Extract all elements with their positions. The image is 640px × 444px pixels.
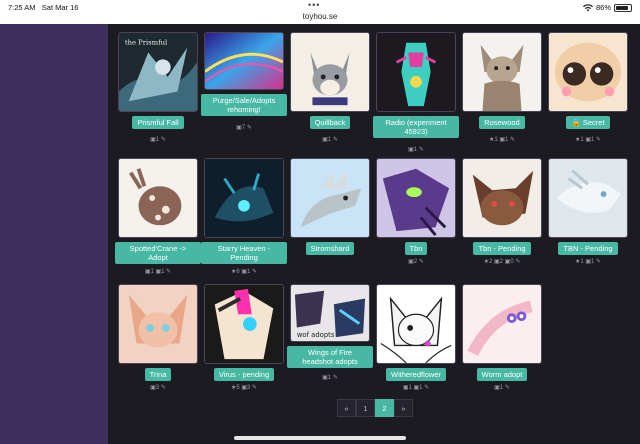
character-thumbnail[interactable] <box>462 32 542 112</box>
character-stats: ▣1 ▣1 ✎ <box>402 385 430 391</box>
sidebar <box>0 24 108 444</box>
battery-icon <box>614 3 632 12</box>
character-name-button[interactable]: Radio (experiment 45923) <box>373 116 459 138</box>
character-name-button[interactable]: Tbn - Pending <box>473 242 531 255</box>
status-time: 7:25 AM Sat Mar 16 <box>8 3 79 12</box>
character-stats: ▣1 ✎ <box>150 137 166 143</box>
character-name-button[interactable]: Wings of Fire headshot adopts <box>287 346 373 368</box>
character-name-button[interactable]: TBN - Pending <box>558 242 618 255</box>
character-stats: ▣7 ✎ <box>236 125 252 131</box>
character-name-button[interactable]: Quillback <box>309 116 351 129</box>
address-bar-url[interactable]: toyhou.se <box>0 12 640 21</box>
status-indicators: 86% <box>582 3 632 12</box>
character-stats: ▣1 ✎ <box>322 137 338 143</box>
character-thumbnail[interactable] <box>462 158 542 238</box>
character-name-button[interactable]: 🔒 Secret <box>566 116 610 129</box>
character-stats: ★1 ▣1 ✎ <box>574 137 602 143</box>
character-name-button[interactable]: Tbn <box>404 242 428 255</box>
character-stats: ★1 ▣1 ✎ <box>574 259 602 265</box>
character-thumbnail[interactable] <box>118 158 198 238</box>
character-stats: ▣1 ✎ <box>322 375 338 381</box>
character-stats: ▣1 ✎ <box>494 385 510 391</box>
pagination-next-button[interactable]: » <box>394 399 413 417</box>
character-thumbnail[interactable] <box>548 158 628 238</box>
thumb-handwriting: wof adopts <box>297 331 335 339</box>
character-thumbnail[interactable] <box>548 32 628 112</box>
character-thumbnail[interactable] <box>376 32 456 112</box>
character-gallery: the Prismful Prismful Fall ▣1 ✎ Purge/Sa… <box>108 24 640 444</box>
character-thumbnail[interactable] <box>376 158 456 238</box>
pagination-prev-button[interactable]: « <box>337 399 356 417</box>
wifi-icon <box>582 3 593 11</box>
character-name-button[interactable]: Rosewood <box>479 116 525 129</box>
multitask-dots-icon[interactable]: ••• <box>308 0 320 10</box>
character-stats: ★6 ▣1 ✎ <box>230 269 258 275</box>
character-name-button[interactable]: Trina <box>144 368 172 381</box>
lock-icon: 🔒 <box>571 118 581 127</box>
character-thumbnail[interactable] <box>290 32 370 112</box>
status-bar: 7:25 AM Sat Mar 16 ••• toyhou.se 86% <box>0 0 640 24</box>
pagination: « 1 2 » <box>337 399 413 417</box>
character-stats: ▣2 ✎ <box>408 259 424 265</box>
character-name-button[interactable]: Spotted'Crane -> Adopt <box>115 242 201 264</box>
character-thumbnail[interactable] <box>462 284 542 364</box>
character-stats: ★2 ▣2 ▣0 ✎ <box>483 259 521 265</box>
character-thumbnail[interactable] <box>290 158 370 238</box>
character-name-button[interactable]: Starry Heaven - Pending <box>201 242 287 264</box>
character-thumbnail[interactable]: the Prismful <box>118 32 198 112</box>
character-name-button[interactable]: Witheredflower <box>385 368 447 381</box>
pagination-page-2-active[interactable]: 2 <box>375 399 394 417</box>
character-thumbnail[interactable]: wof adopts <box>290 284 370 342</box>
character-name-button[interactable]: Stromshard <box>305 242 355 255</box>
character-name-button[interactable]: Purge/Sale/Adopts rehoming! <box>201 94 287 116</box>
character-stats: ▣1 ✎ <box>408 147 424 153</box>
character-thumbnail[interactable] <box>118 284 198 364</box>
character-thumbnail[interactable] <box>204 158 284 238</box>
character-stats: ▣3 ✎ <box>150 385 166 391</box>
pagination-page-1[interactable]: 1 <box>356 399 375 417</box>
battery-percent: 86% <box>595 3 611 12</box>
character-name-button[interactable]: Virus - pending <box>213 368 275 381</box>
character-stats: ▣1 ▣1 ✎ <box>144 269 172 275</box>
character-thumbnail[interactable] <box>204 284 284 364</box>
character-name-button[interactable]: Worm adopt <box>476 368 528 381</box>
thumb-handwriting: the Prismful <box>125 39 167 47</box>
character-thumbnail[interactable] <box>204 32 284 90</box>
character-stats: ★5 ▣3 ✎ <box>230 385 258 391</box>
character-name-button[interactable]: Prismful Fall <box>132 116 184 129</box>
character-stats: ★1 ▣1 ✎ <box>488 137 516 143</box>
character-thumbnail[interactable] <box>376 284 456 364</box>
home-indicator[interactable] <box>234 436 406 440</box>
